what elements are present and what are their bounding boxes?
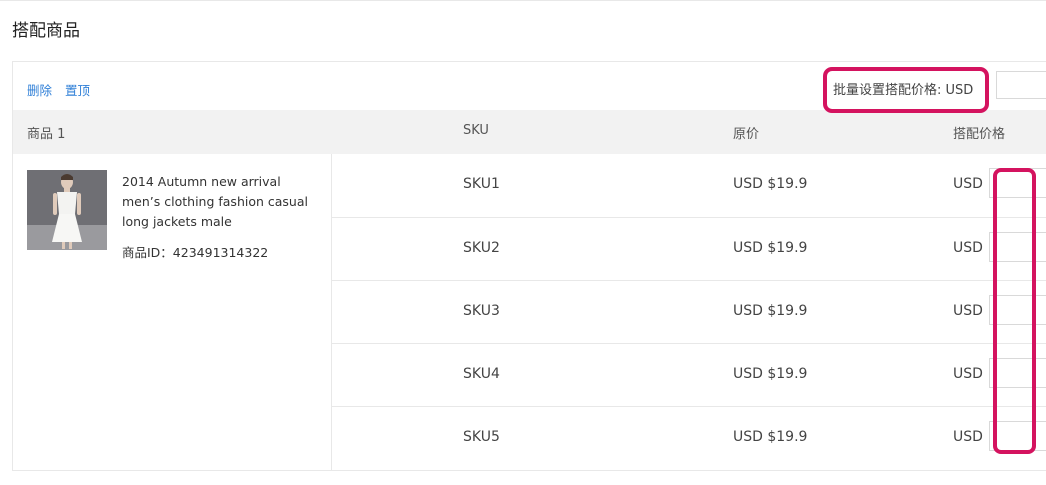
bulk-price-label: 批量设置搭配价格: USD: [833, 83, 974, 98]
table-row: SKU1 USD $19.9 USD: [331, 154, 1046, 217]
bundle-price-input[interactable]: [989, 358, 1046, 388]
product-title[interactable]: 2014 Autumn new arrival men’s clothing f…: [122, 172, 318, 232]
sku-cell: SKU4: [463, 366, 500, 382]
bulk-price-input[interactable]: [996, 71, 1046, 99]
bundle-price-input[interactable]: [989, 168, 1046, 198]
currency-label: USD: [953, 176, 983, 192]
original-price-cell: USD $19.9: [733, 240, 808, 256]
original-price-cell: USD $19.9: [733, 176, 808, 192]
table-row: SKU3 USD $19.9 USD: [331, 280, 1046, 344]
sku-cell: SKU5: [463, 429, 500, 445]
table-header: 商品 1 SKU 原价 搭配价格: [13, 110, 1046, 154]
bundle-products-panel: 删除 置顶 批量设置搭配价格: USD 商品 1 SKU 原价 搭配价格 201…: [12, 61, 1046, 471]
product-photo-image: [27, 170, 107, 250]
original-price-cell: USD $19.9: [733, 303, 808, 319]
currency-label: USD: [953, 429, 983, 445]
table-row: SKU5 USD $19.9 USD: [331, 406, 1046, 470]
top-divider: [0, 0, 1046, 1]
sku-cell: SKU1: [463, 176, 500, 192]
pin-to-top-link[interactable]: 置顶: [65, 80, 90, 99]
currency-label: USD: [953, 303, 983, 319]
delete-link[interactable]: 删除: [27, 80, 52, 99]
header-product: 商品 1: [27, 127, 66, 142]
page-title: 搭配商品: [12, 21, 80, 41]
sku-cell: SKU2: [463, 240, 500, 256]
header-sku: SKU: [463, 123, 489, 138]
sku-cell: SKU3: [463, 303, 500, 319]
product-thumbnail[interactable]: [27, 170, 107, 250]
original-price-cell: USD $19.9: [733, 429, 808, 445]
currency-label: USD: [953, 240, 983, 256]
table-row: SKU2 USD $19.9 USD: [331, 217, 1046, 281]
bundle-price-input[interactable]: [989, 232, 1046, 262]
bundle-price-input[interactable]: [989, 295, 1046, 325]
currency-label: USD: [953, 366, 983, 382]
original-price-cell: USD $19.9: [733, 366, 808, 382]
toolbar: 删除 置顶 批量设置搭配价格: USD: [13, 62, 1046, 110]
table-row: SKU4 USD $19.9 USD: [331, 343, 1046, 407]
bundle-price-input[interactable]: [989, 421, 1046, 451]
product-id: 商品ID：423491314322: [122, 245, 269, 260]
header-original-price: 原价: [733, 127, 760, 142]
product-cell: 2014 Autumn new arrival men’s clothing f…: [13, 154, 332, 470]
header-bundle-price: 搭配价格: [953, 127, 1006, 142]
